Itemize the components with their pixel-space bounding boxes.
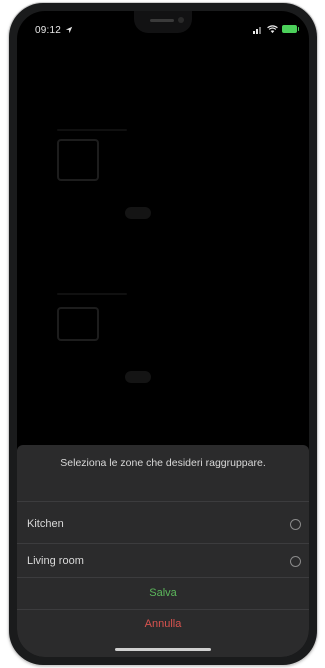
phone-frame: 09:12 Seleziona le zone che desideri rag… <box>9 3 317 665</box>
zone-option-kitchen[interactable]: Kitchen <box>17 510 309 538</box>
background-toggle <box>125 207 151 219</box>
wifi-icon <box>267 24 278 33</box>
divider <box>17 543 309 544</box>
sheet-title: Seleziona le zone che desideri raggruppa… <box>60 457 266 469</box>
background-toggle <box>125 371 151 383</box>
radio-unchecked-icon[interactable] <box>290 518 301 530</box>
status-time: 09:12 <box>35 25 62 36</box>
location-arrow-icon <box>65 26 73 34</box>
cellular-signal-icon <box>253 26 261 34</box>
radio-unchecked-icon[interactable] <box>290 555 301 567</box>
divider <box>17 577 309 578</box>
zone-group-sheet: Seleziona le zone che desideri raggruppa… <box>17 445 309 657</box>
screen: 09:12 Seleziona le zone che desideri rag… <box>17 11 309 657</box>
status-bar: 09:12 <box>17 11 309 39</box>
background-tile <box>57 139 99 181</box>
background-divider <box>57 293 127 295</box>
zone-option-label: Kitchen <box>27 518 64 530</box>
home-indicator <box>115 648 211 651</box>
background-tile <box>57 307 99 341</box>
save-button[interactable]: Salva <box>17 580 309 606</box>
divider <box>17 501 309 502</box>
zone-option-living-room[interactable]: Living room <box>17 547 309 575</box>
cancel-button[interactable]: Annulla <box>17 611 309 637</box>
zone-option-label: Living room <box>27 555 84 567</box>
divider <box>17 609 309 610</box>
status-icons <box>253 24 299 34</box>
battery-icon <box>282 25 299 33</box>
background-divider <box>57 129 127 131</box>
